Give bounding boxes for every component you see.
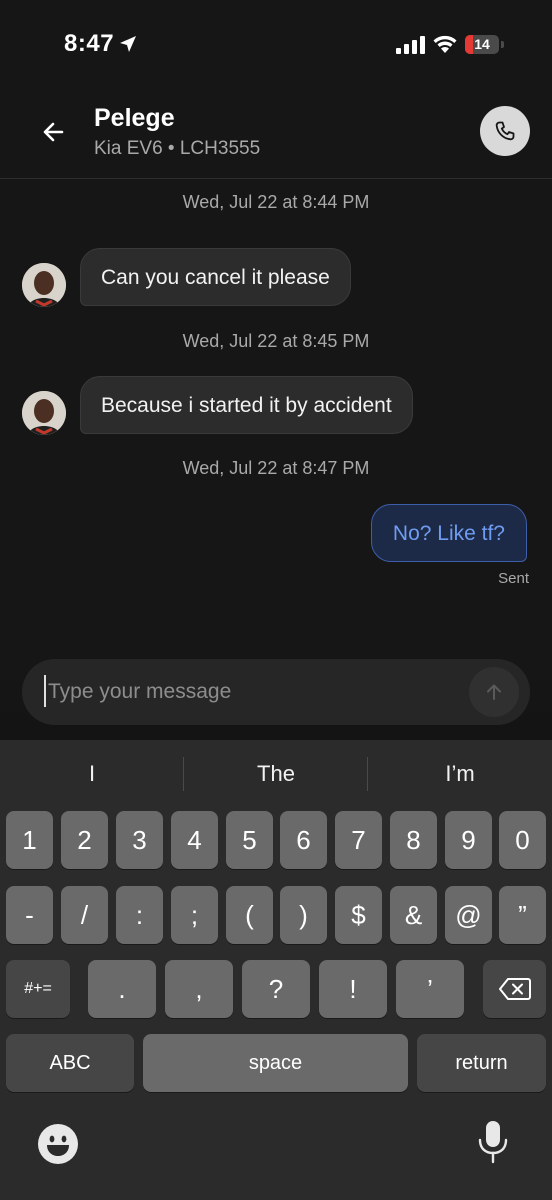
suggestion-2[interactable]: The [184,740,368,808]
key-4[interactable]: 4 [171,811,218,869]
key-more-symbols[interactable]: #+= [6,960,70,1018]
return-key[interactable]: return [417,1034,546,1092]
avatar[interactable] [22,391,66,435]
key-6[interactable]: 6 [280,811,327,869]
key-2[interactable]: 2 [61,811,108,869]
message-timestamp: Wed, Jul 22 at 8:47 PM [182,458,370,478]
key-comma[interactable]: , [165,960,233,1018]
keyboard: I The I’m 1 2 3 4 5 6 7 8 9 0 - / : ; ( … [0,740,552,1200]
key-slash[interactable]: / [61,886,108,944]
key-1[interactable]: 1 [6,811,53,869]
key-at[interactable]: @ [445,886,492,944]
key-colon[interactable]: : [116,886,163,944]
outgoing-message[interactable]: No? Like tf? [370,504,527,562]
key-0[interactable]: 0 [499,811,546,869]
key-ampersand[interactable]: & [390,886,437,944]
avatar[interactable] [22,263,66,307]
wifi-icon [433,35,457,53]
key-3[interactable]: 3 [116,811,163,869]
status-bar: 8:47 14 [0,0,552,90]
cellular-signal-icon [396,36,425,54]
message-status: Sent [498,570,529,587]
location-arrow-icon [120,36,136,52]
key-quote[interactable]: ” [499,886,546,944]
backspace-icon [498,978,531,1000]
emoji-icon[interactable] [38,1124,78,1164]
backspace-key[interactable] [483,960,546,1018]
key-7[interactable]: 7 [335,811,382,869]
battery-level: 14 [474,36,490,52]
text-caret [44,675,46,707]
key-8[interactable]: 8 [390,811,437,869]
back-arrow-icon[interactable] [36,114,72,150]
suggestion-1[interactable]: I [0,740,184,808]
key-hyphen[interactable]: - [6,886,53,944]
incoming-message[interactable]: Can you cancel it please [80,248,351,306]
key-close-paren[interactable]: ) [280,886,327,944]
key-question[interactable]: ? [242,960,310,1018]
microphone-icon[interactable] [476,1120,510,1166]
incoming-message[interactable]: Because i started it by accident [80,376,413,434]
message-composer [22,659,530,725]
status-time: 8:47 [64,30,115,57]
message-timestamp: Wed, Jul 22 at 8:45 PM [182,331,370,351]
suggestion-3[interactable]: I’m [368,740,552,808]
key-exclamation[interactable]: ! [319,960,387,1018]
contact-name: Pelege [94,104,175,132]
battery-indicator: 14 [465,35,505,54]
message-input[interactable] [48,659,448,725]
key-5[interactable]: 5 [226,811,273,869]
send-button[interactable] [469,667,519,717]
abc-key[interactable]: ABC [6,1034,134,1092]
vehicle-info: Kia EV6 • LCH3555 [94,138,261,159]
key-apostrophe[interactable]: ’ [396,960,464,1018]
key-dollar[interactable]: $ [335,886,382,944]
call-button[interactable] [480,106,530,156]
key-9[interactable]: 9 [445,811,492,869]
key-period[interactable]: . [88,960,156,1018]
arrow-up-icon [487,684,501,700]
chat-header: Pelege Kia EV6 • LCH3555 [0,90,552,179]
message-timestamp: Wed, Jul 22 at 8:44 PM [182,192,370,212]
key-open-paren[interactable]: ( [226,886,273,944]
key-semicolon[interactable]: ; [171,886,218,944]
phone-icon [495,121,515,141]
space-key[interactable]: space [143,1034,408,1092]
